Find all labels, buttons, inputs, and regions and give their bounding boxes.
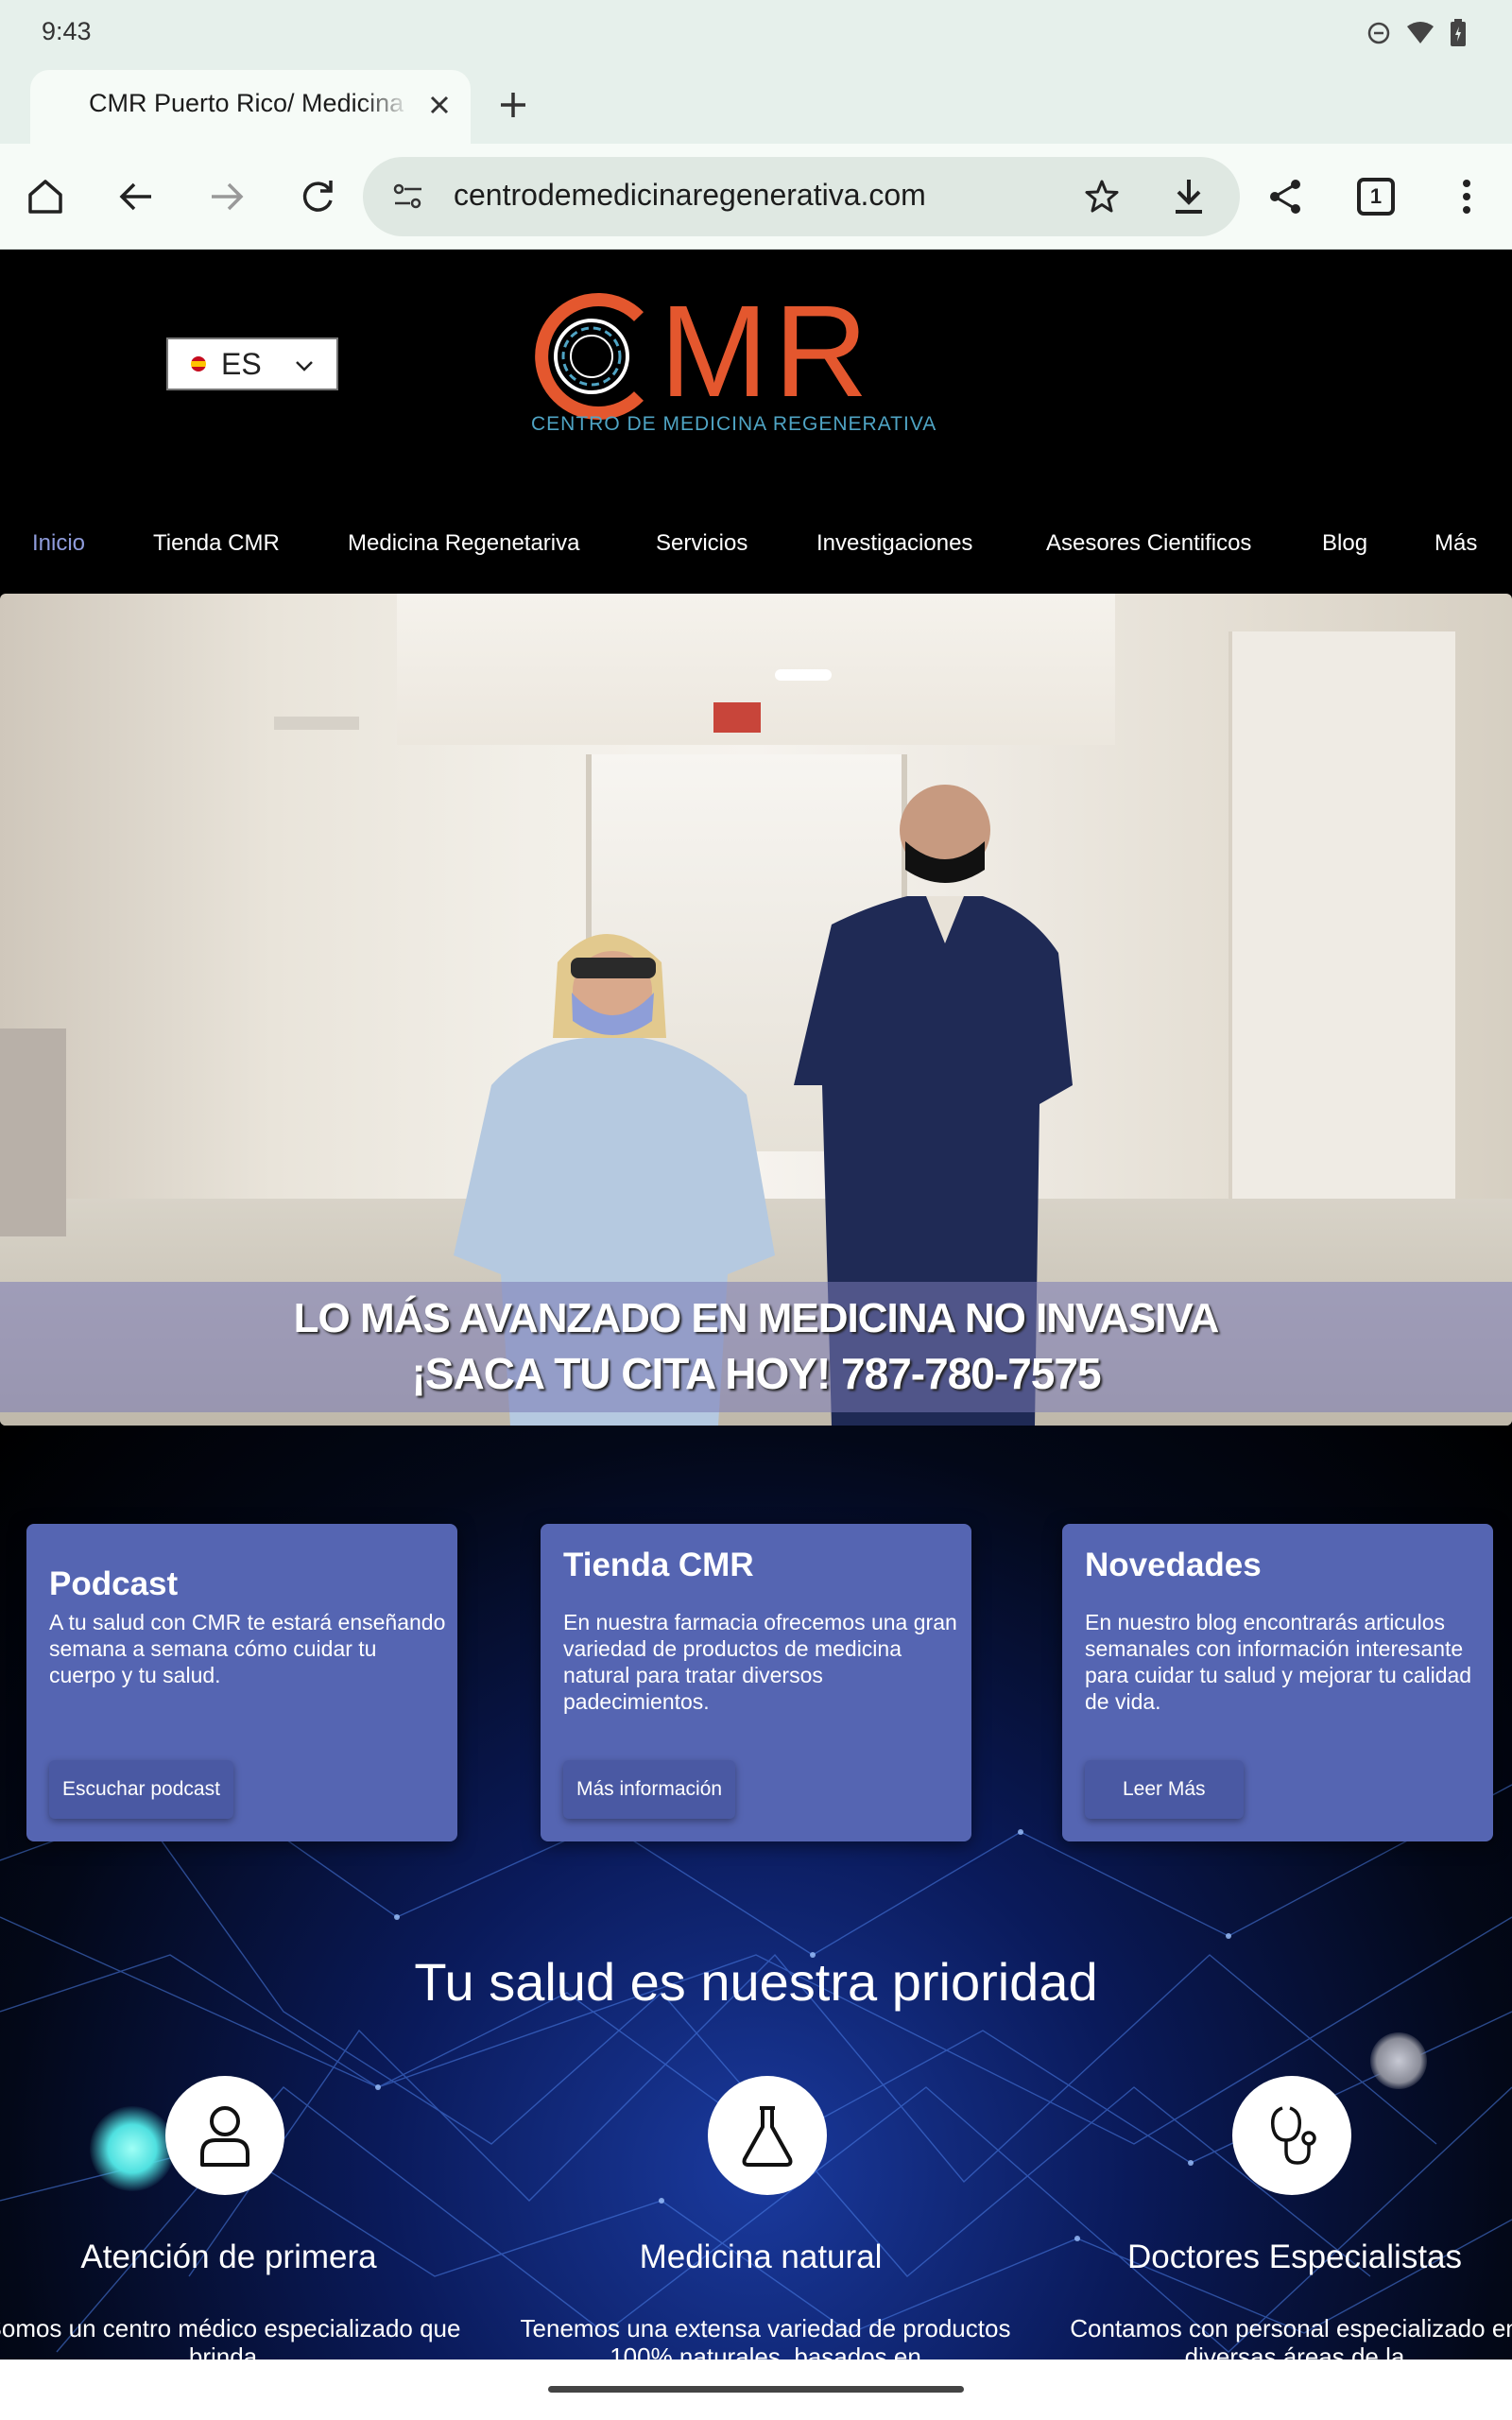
browser-toolbar: centrodemedicinaregenerativa.com 1 — [0, 144, 1512, 250]
nav-item-medicina[interactable]: Medicina Regenetariva — [348, 530, 579, 557]
language-selector[interactable]: ES — [166, 337, 338, 390]
card-text: En nuestro blog encontrarás articulos se… — [1085, 1610, 1472, 1714]
flask-icon — [708, 2076, 827, 2195]
nav-item-asesores[interactable]: Asesores Cientificos — [1046, 530, 1251, 557]
section-title: Tu salud es nuestra prioridad — [414, 1952, 1098, 2012]
share-icon[interactable] — [1261, 172, 1310, 221]
more-info-button[interactable]: Más información — [563, 1760, 736, 1819]
feature-title: Medicina natural — [639, 2238, 883, 2275]
feature-text: Somos un centro médico especializado que… — [0, 2314, 461, 2360]
back-icon[interactable] — [112, 172, 161, 221]
read-more-button[interactable]: Leer Más — [1085, 1760, 1244, 1819]
card-title: Novedades — [1085, 1547, 1262, 1583]
nav-item-investigaciones[interactable]: Investigaciones — [816, 530, 972, 557]
browser-tab[interactable]: CMR Puerto Rico/ Medicina Regenerativa — [30, 70, 471, 144]
battery-icon — [1450, 19, 1467, 51]
nav-item-servicios[interactable]: Servicios — [656, 530, 747, 557]
bookmark-star-icon[interactable] — [1083, 178, 1121, 219]
address-bar[interactable]: centrodemedicinaregenerativa.com — [363, 157, 1240, 236]
card-podcast: Podcast A tu salud con CMR te estará ens… — [26, 1524, 457, 1841]
nav-item-tienda[interactable]: Tienda CMR — [153, 530, 280, 557]
main-content: Podcast A tu salud con CMR te estará ens… — [0, 1426, 1512, 2360]
person-icon — [165, 2076, 284, 2195]
nav-item-blog[interactable]: Blog — [1322, 530, 1367, 557]
stethoscope-icon — [1232, 2076, 1351, 2195]
status-bar: 9:43 — [0, 0, 1512, 68]
chevron-down-icon — [293, 354, 316, 381]
feature-title: Doctores Especialistas — [1126, 2238, 1463, 2275]
card-title: Podcast — [49, 1565, 179, 1602]
tab-switcher-button[interactable]: 1 — [1351, 172, 1400, 221]
feature-text: Contamos con personal especializado en d… — [1070, 2314, 1512, 2360]
hero-call-to-action[interactable]: ¡SACA TU CITA HOY! 787-780-7575 — [0, 1348, 1512, 1399]
feature-title: Atención de primera — [80, 2238, 377, 2275]
tab-title: CMR Puerto Rico/ Medicina Regenerativa — [89, 89, 410, 117]
card-title: Tienda CMR — [563, 1547, 754, 1583]
wifi-icon — [1406, 21, 1435, 49]
hero-headline: LO MÁS AVANZADO EN MEDICINA NO INVASIVA — [293, 1295, 1220, 1341]
tab-strip: CMR Puerto Rico/ Medicina Regenerativa — [0, 68, 1512, 144]
nav-item-mas[interactable]: Más — [1435, 530, 1477, 557]
spain-flag-icon — [191, 356, 206, 372]
nav-item-inicio[interactable]: Inicio — [32, 530, 85, 557]
download-icon[interactable] — [1170, 176, 1208, 221]
dnd-icon — [1366, 21, 1391, 49]
hero-video[interactable]: LO MÁS AVANZADO EN MEDICINA NO INVASIVA … — [0, 594, 1512, 1426]
gesture-handle[interactable] — [548, 2386, 964, 2393]
main-nav: Inicio Tienda CMR Medicina Regenetariva … — [0, 530, 1512, 576]
listen-podcast-button[interactable]: Escuchar podcast — [49, 1760, 233, 1819]
logo-letters: MR — [660, 279, 874, 424]
home-icon[interactable] — [21, 172, 70, 221]
site-header: ES MR CENTRO DE MEDICINA REGENERATIVA In… — [0, 251, 1512, 593]
navigation-gesture-bar — [0, 2360, 1512, 2420]
card-novedades: Novedades En nuestro blog encontrarás ar… — [1062, 1524, 1493, 1841]
card-text: En nuestra farmacia ofrecemos una gran v… — [563, 1610, 957, 1714]
url-text[interactable]: centrodemedicinaregenerativa.com — [454, 178, 926, 213]
site-settings-icon[interactable] — [391, 180, 425, 217]
glow-orb-gray — [1370, 2032, 1427, 2089]
status-time: 9:43 — [42, 17, 92, 45]
language-code: ES — [221, 346, 262, 381]
logo-tagline: CENTRO DE MEDICINA REGENERATIVA — [531, 413, 937, 435]
tab-count: 1 — [1357, 178, 1395, 216]
logo-c-ring-icon — [535, 293, 644, 420]
card-text: A tu salud con CMR te estará enseñando s… — [49, 1610, 446, 1687]
forward-icon[interactable] — [202, 172, 251, 221]
feature-text: Tenemos una extensa variedad de producto… — [520, 2314, 1011, 2360]
card-tienda: Tienda CMR En nuestra farmacia ofrecemos… — [541, 1524, 971, 1841]
new-tab-icon[interactable] — [493, 85, 533, 125]
cmr-logo[interactable]: MR CENTRO DE MEDICINA REGENERATIVA — [527, 286, 937, 441]
close-tab-icon[interactable] — [423, 89, 455, 121]
glow-orb — [90, 2106, 175, 2191]
reload-icon[interactable] — [293, 172, 342, 221]
more-menu-icon[interactable] — [1442, 172, 1491, 221]
